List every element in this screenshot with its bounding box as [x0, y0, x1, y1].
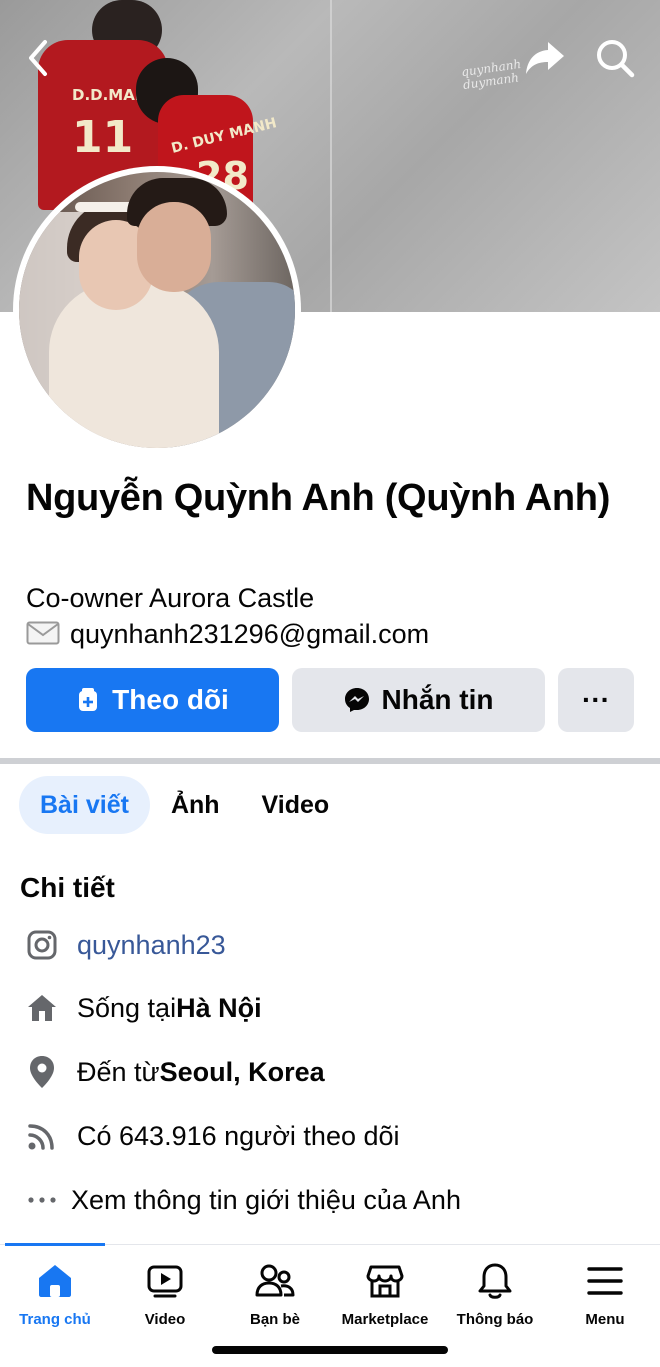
lives-in-prefix: Sống tại	[77, 992, 177, 1023]
rss-icon	[22, 1116, 62, 1156]
profile-name: Nguyễn Quỳnh Anh (Quỳnh Anh)	[26, 477, 611, 519]
share-icon	[526, 42, 564, 74]
cover-jersey-number-left: 11	[72, 112, 134, 163]
nav-notifications[interactable]: Thông báo	[440, 1259, 550, 1335]
more-options-label: ···	[582, 684, 610, 715]
details-title: Chi tiết	[20, 872, 115, 903]
cover-signature: quynhanh duymanh	[460, 57, 523, 92]
nav-label: Trang chủ	[19, 1311, 91, 1328]
bio-email: quynhanh231296@gmail.com	[70, 619, 430, 649]
envelope-icon	[26, 621, 60, 645]
nav-menu[interactable]: Menu	[550, 1259, 660, 1335]
chevron-left-icon	[29, 40, 47, 76]
see-about-info[interactable]: Xem thông tin giới thiệu của Anh	[22, 1180, 642, 1220]
home-icon	[33, 1259, 77, 1303]
detail-followers: Có 643.916 người theo dõi	[22, 1116, 642, 1156]
marketplace-icon	[363, 1259, 407, 1303]
share-button[interactable]	[522, 36, 568, 80]
cover-divider	[330, 0, 332, 312]
see-about-label[interactable]: Xem thông tin giới thiệu của Anh	[71, 1185, 461, 1216]
nav-label: Bạn bè	[249, 1311, 300, 1328]
profile-tabs: Bài viết Ảnh Video	[19, 776, 350, 834]
nav-home[interactable]: Trang chủ	[0, 1259, 110, 1335]
message-label: Nhắn tin	[381, 684, 494, 715]
tab-videos[interactable]: Video	[241, 776, 351, 834]
followers-text: Có 643.916 người theo dõi	[77, 1120, 400, 1151]
home-indicator	[212, 1346, 448, 1354]
follow-button[interactable]: Theo dõi	[26, 668, 279, 732]
from-prefix: Đến từ	[77, 1056, 160, 1087]
nav-marketplace[interactable]: Marketplace	[330, 1259, 440, 1335]
follow-label: Theo dõi	[112, 684, 229, 715]
bell-icon	[473, 1259, 517, 1303]
search-button[interactable]	[592, 36, 638, 80]
video-icon	[143, 1259, 187, 1303]
location-pin-icon	[22, 1052, 62, 1092]
profile-avatar[interactable]	[13, 166, 301, 454]
nav-active-indicator	[5, 1243, 105, 1246]
bio-line: Co-owner Aurora Castle	[26, 583, 315, 613]
more-options-button[interactable]: ···	[558, 668, 634, 732]
nav-label: Marketplace	[341, 1311, 429, 1328]
search-icon	[597, 40, 635, 78]
tab-posts[interactable]: Bài viết	[19, 776, 150, 834]
nav-label: Menu	[585, 1311, 625, 1328]
message-button[interactable]: Nhắn tin	[292, 668, 545, 732]
detail-lives-in: Sống tại Hà Nội	[22, 988, 642, 1028]
avatar-dress	[49, 282, 219, 448]
detail-instagram[interactable]: quynhanh23	[22, 925, 642, 965]
follow-icon	[76, 687, 100, 713]
menu-icon	[583, 1259, 627, 1303]
instagram-link[interactable]: quynhanh23	[77, 930, 226, 961]
lives-in-city: Hà Nội	[176, 992, 262, 1023]
detail-from: Đến từ Seoul, Korea	[22, 1052, 642, 1092]
nav-friends[interactable]: Bạn bè	[220, 1259, 330, 1335]
avatar-groom-face	[137, 202, 211, 292]
section-divider	[0, 758, 660, 764]
friends-icon	[253, 1259, 297, 1303]
more-dots-icon	[22, 1180, 62, 1220]
back-button[interactable]	[18, 36, 58, 80]
from-city: Seoul, Korea	[159, 1056, 325, 1087]
avatar-photo	[19, 172, 295, 448]
tab-photos[interactable]: Ảnh	[150, 776, 241, 834]
instagram-icon	[22, 925, 62, 965]
messenger-icon	[344, 687, 370, 713]
nav-video[interactable]: Video	[110, 1259, 220, 1335]
nav-label: Video	[144, 1311, 186, 1328]
nav-label: Thông báo	[456, 1311, 534, 1328]
home-icon	[22, 988, 62, 1028]
bio-email-line: quynhanh231296@gmail.com	[26, 617, 636, 651]
